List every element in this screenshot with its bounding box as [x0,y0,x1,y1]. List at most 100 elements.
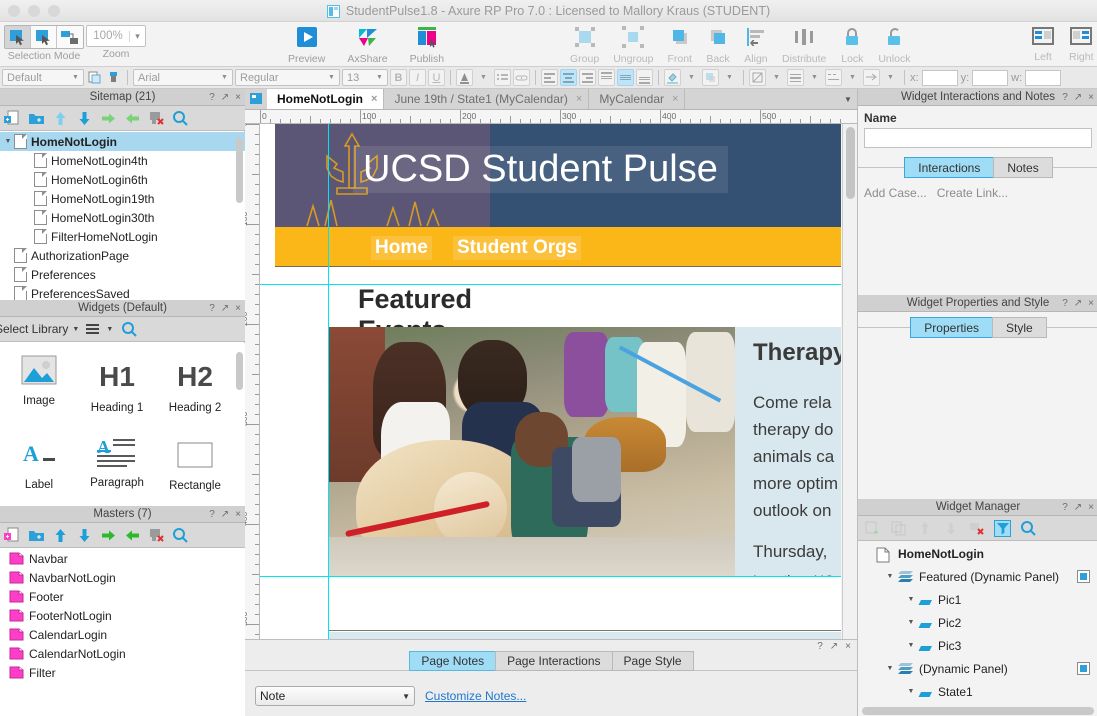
help-icon[interactable]: ? [1062,92,1068,103]
chevron-down-icon[interactable]: ▼ [72,326,79,333]
canvas-tab[interactable]: HomeNotLogin× [267,89,384,109]
bring-front-button[interactable]: Front [667,22,692,65]
align-center-button[interactable] [560,69,577,86]
masters-item[interactable]: Footer [0,587,245,606]
duplicate-widget-icon[interactable] [890,520,907,537]
search-icon[interactable] [172,527,189,544]
widget-manager-hscroll[interactable] [862,707,1094,715]
publish-button[interactable]: Publish [410,22,444,65]
font-size-combo[interactable]: 13 ▼ [342,69,388,86]
indent-left-icon[interactable] [124,527,141,544]
float-icon[interactable]: ↗ [1074,298,1082,309]
preview-button[interactable]: Preview [288,22,325,65]
close-icon[interactable]: × [1088,298,1094,309]
send-back-button[interactable]: Back [706,22,730,65]
delete-widget-icon[interactable] [968,520,985,537]
visibility-checkbox[interactable] [1077,570,1090,583]
widgets-scrollbar[interactable] [236,352,243,390]
line-style-chevron-icon[interactable]: ▼ [844,69,861,86]
widget-library-item[interactable]: ALabel [0,427,78,502]
close-tab-icon[interactable]: × [672,93,678,105]
add-page-icon[interactable] [4,110,21,127]
interactions-tabs[interactable]: InteractionsNotes [858,157,1097,178]
canvas-tabs[interactable]: HomeNotLogin×June 19th / State1 (MyCalen… [267,89,685,109]
zoom-control[interactable]: 100% ▾ Zoom [86,22,146,60]
font-color-chevron-icon[interactable]: ▼ [475,69,492,86]
chevron-down-icon[interactable]: ▼ [219,74,230,81]
expand-triangle-icon[interactable]: ▼ [904,688,918,695]
indent-right-icon[interactable] [100,527,117,544]
ungroup-button[interactable]: Ungroup [613,22,653,65]
widget-library-item[interactable]: H2Heading 2 [156,350,234,425]
scroll-thumb[interactable] [846,127,855,199]
panel-tab[interactable]: Interactions [904,157,994,178]
arrow-style-icon[interactable] [863,69,880,86]
lock-button[interactable]: Lock [840,22,864,65]
close-tab-icon[interactable]: × [576,93,582,105]
add-case-link[interactable]: Add Case... [864,186,927,200]
selection-mode-normal-icon[interactable] [5,26,31,48]
masters-item[interactable]: CalendarNotLogin [0,644,245,663]
sitemap-item[interactable]: FilterHomeNotLogin [0,227,245,246]
distribute-button[interactable]: Distribute [782,22,826,65]
close-icon[interactable]: × [1088,92,1094,103]
horizontal-guide[interactable] [260,576,841,577]
widget-manager-header-buttons[interactable]: ? ↗ × [1062,499,1094,516]
x-input[interactable] [922,70,958,86]
widget-manager-item[interactable]: ▼Pic1 [858,588,1097,611]
expand-triangle-icon[interactable]: ▼ [904,619,918,626]
sitemap-toolbar[interactable] [0,106,245,131]
help-icon[interactable]: ? [209,92,215,103]
w-input[interactable] [1025,70,1061,86]
line-chevron-icon[interactable]: ▼ [768,69,785,86]
search-icon[interactable] [1020,520,1037,537]
font-family-combo[interactable]: Arial ▼ [133,69,233,86]
delete-page-icon[interactable] [148,110,165,127]
float-icon[interactable]: ↗ [221,509,229,520]
canvas-vertical-scrollbar[interactable] [842,124,857,681]
vertical-guide[interactable] [328,124,329,681]
visibility-checkbox[interactable] [1077,662,1090,675]
sitemap-item[interactable]: AuthorizationPage [0,246,245,265]
sitemap-item[interactable]: Preferences [0,265,245,284]
masters-toolbar[interactable] [0,523,245,548]
copy-format-icon[interactable] [86,69,103,86]
panel-tab[interactable]: Notes [993,157,1052,178]
widget-manager-tree[interactable]: HomeNotLogin▼Featured (Dynamic Panel)▼Pi… [858,542,1097,706]
site-navbar[interactable]: Home Student Orgs [275,227,841,267]
bold-button[interactable]: B [390,69,407,86]
add-widget-icon[interactable] [864,520,881,537]
select-library-label[interactable]: Select Library [0,322,68,336]
chevron-down-icon[interactable]: ▼ [374,74,385,81]
customize-notes-link[interactable]: Customize Notes... [425,689,526,703]
sitemap-item[interactable]: ▼HomeNotLogin [0,132,245,151]
widget-style-combo[interactable]: Default ▼ [2,69,84,86]
float-icon[interactable]: ↗ [1074,92,1082,103]
help-icon[interactable]: ? [1062,502,1068,513]
y-input[interactable] [972,70,1008,86]
delete-master-icon[interactable] [148,527,165,544]
masters-tree[interactable]: NavbarNavbarNotLoginFooterFooterNotLogin… [0,549,245,716]
float-icon[interactable]: ↗ [221,303,229,314]
arrow-chevron-icon[interactable]: ▼ [882,69,899,86]
move-down-icon[interactable] [76,527,93,544]
panel-tab[interactable]: Page Style [612,651,694,671]
move-up-icon[interactable] [916,520,933,537]
underline-button[interactable]: U [428,69,445,86]
align-button[interactable]: Align [744,22,768,65]
widget-library-item[interactable]: H1Heading 1 [78,350,156,425]
italic-button[interactable]: I [409,69,426,86]
nav-item-home[interactable]: Home [371,236,432,260]
move-up-icon[interactable] [52,527,69,544]
panel-tab[interactable]: Style [992,317,1047,338]
paint-format-icon[interactable] [105,69,122,86]
note-type-select[interactable]: Note ▼ [255,686,415,706]
widgets-toolbar[interactable]: Select Library ▼ ▼ [0,317,245,342]
widget-manager-item[interactable]: ▼Pic2 [858,611,1097,634]
properties-tabs[interactable]: PropertiesStyle [858,317,1097,338]
widget-manager-item[interactable]: ▼(Dynamic Panel) [858,657,1097,680]
masters-header-buttons[interactable]: ? ↗ × [209,506,241,523]
widget-manager-item[interactable]: HomeNotLogin [858,542,1097,565]
add-folder-icon[interactable] [28,110,45,127]
indent-right-icon[interactable] [100,110,117,127]
